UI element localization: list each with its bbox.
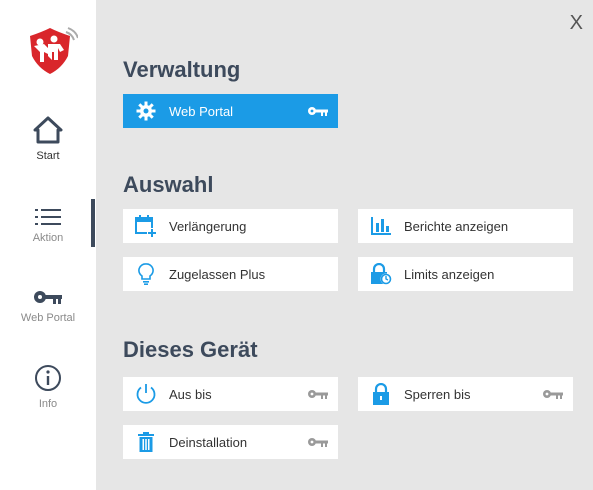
- limits-anzeigen-button[interactable]: Limits anzeigen: [358, 257, 573, 291]
- verlaengerung-label: Verlängerung: [169, 218, 247, 234]
- calendar-add-icon: [123, 215, 169, 237]
- deinstallation-label: Deinstallation: [169, 434, 248, 450]
- trash-icon: [123, 432, 169, 452]
- nav-active-indicator: [91, 199, 95, 247]
- home-icon: [33, 116, 63, 144]
- section-title-dieses-geraet: Dieses Gerät: [123, 337, 258, 362]
- gear-icon: [123, 101, 169, 121]
- verlaengerung-button[interactable]: Verlängerung: [123, 209, 338, 243]
- key-icon: [298, 105, 338, 117]
- nav-info[interactable]: Info: [0, 364, 96, 410]
- lock-icon: [358, 383, 404, 405]
- nav-web-portal[interactable]: Web Portal: [0, 288, 96, 324]
- key-icon: [298, 436, 338, 448]
- zugelassen-plus-button[interactable]: Zugelassen Plus: [123, 257, 338, 291]
- nav-aktion-label: Aktion: [32, 232, 64, 244]
- aus-bis-button[interactable]: Aus bis: [123, 377, 338, 411]
- lightbulb-icon: [123, 263, 169, 285]
- nav-web-portal-label: Web Portal: [20, 312, 76, 324]
- limits-anzeigen-label: Limits anzeigen: [404, 266, 495, 282]
- nav-aktion[interactable]: Aktion: [0, 208, 96, 244]
- berichte-anzeigen-label: Berichte anzeigen: [404, 218, 509, 234]
- section-title-auswahl: Auswahl: [123, 172, 214, 197]
- close-button[interactable]: X: [570, 12, 583, 35]
- app-logo-icon: [30, 27, 78, 74]
- sidebar: Start Aktion Web Portal Info: [0, 0, 96, 490]
- aus-bis-label: Aus bis: [169, 386, 212, 402]
- web-portal-label: Web Portal: [169, 103, 234, 119]
- nav-start-label: Start: [36, 150, 60, 162]
- key-icon: [34, 291, 62, 304]
- nav-start[interactable]: Start: [0, 116, 96, 162]
- lock-clock-icon: [358, 263, 404, 285]
- deinstallation-button[interactable]: Deinstallation: [123, 425, 338, 459]
- key-icon: [298, 388, 338, 400]
- info-icon: [35, 365, 61, 391]
- nav-info-label: Info: [38, 398, 58, 410]
- zugelassen-plus-label: Zugelassen Plus: [169, 266, 266, 282]
- sperren-bis-button[interactable]: Sperren bis: [358, 377, 573, 411]
- bar-chart-icon: [358, 217, 404, 235]
- section-title-verwaltung: Verwaltung: [123, 57, 241, 82]
- web-portal-button[interactable]: Web Portal: [123, 94, 338, 128]
- key-icon: [533, 388, 573, 400]
- power-icon: [123, 383, 169, 405]
- berichte-anzeigen-button[interactable]: Berichte anzeigen: [358, 209, 573, 243]
- sperren-bis-label: Sperren bis: [404, 386, 471, 402]
- list-icon: [35, 209, 61, 225]
